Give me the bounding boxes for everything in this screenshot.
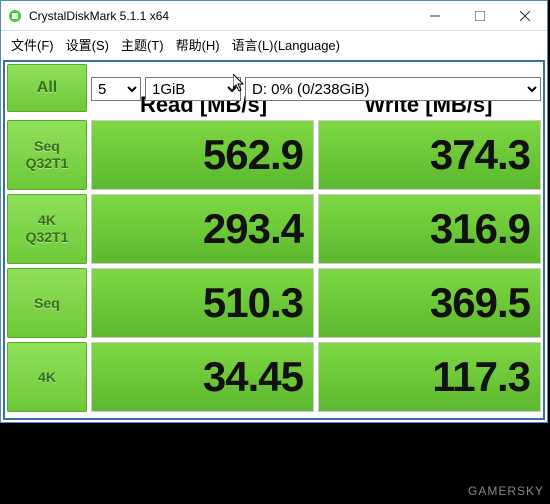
app-window: CrystalDiskMark 5.1.1 x64 文件(F) 设置(S) 主题…: [0, 0, 548, 423]
menu-help[interactable]: 帮助(H): [176, 35, 220, 54]
4k-q32t1-read: 293.4: [91, 194, 314, 264]
menu-file[interactable]: 文件(F): [11, 35, 54, 54]
4k-button[interactable]: 4K: [7, 342, 87, 412]
result-row: Seq 510.3 369.5: [7, 268, 541, 338]
runs-select[interactable]: 5: [91, 77, 141, 101]
close-button[interactable]: [502, 1, 547, 31]
seq-button[interactable]: Seq: [7, 268, 87, 338]
4k-write: 117.3: [318, 342, 541, 412]
minimize-button[interactable]: [412, 1, 457, 31]
4k-q32t1-write: 316.9: [318, 194, 541, 264]
titlebar: CrystalDiskMark 5.1.1 x64: [1, 1, 547, 31]
seq-write: 369.5: [318, 268, 541, 338]
4k-read: 34.45: [91, 342, 314, 412]
maximize-button[interactable]: [457, 1, 502, 31]
menu-settings[interactable]: 设置(S): [66, 35, 109, 54]
drive-select[interactable]: D: 0% (0/238GiB): [245, 77, 541, 101]
selects-group: 5 1GiB D: 0% (0/238GiB): [91, 64, 541, 112]
size-select[interactable]: 1GiB: [145, 77, 241, 101]
watermark: GAMERSKY: [468, 484, 544, 498]
result-row: 4K 34.45 117.3: [7, 342, 541, 412]
menu-theme[interactable]: 主题(T): [121, 35, 164, 54]
seq-q32t1-button[interactable]: Seq Q32T1: [7, 120, 87, 190]
menu-language[interactable]: 语言(L)(Language): [232, 35, 340, 54]
result-row: Seq Q32T1 562.9 374.3: [7, 120, 541, 190]
seq-q32t1-read: 562.9: [91, 120, 314, 190]
content-panel: All 5 1GiB D: 0% (0/238GiB) Read [MB/s] …: [3, 60, 545, 420]
4k-q32t1-button[interactable]: 4K Q32T1: [7, 194, 87, 264]
menubar: 文件(F) 设置(S) 主题(T) 帮助(H) 语言(L)(Language): [1, 31, 547, 58]
seq-read: 510.3: [91, 268, 314, 338]
seq-q32t1-write: 374.3: [318, 120, 541, 190]
app-icon: [7, 8, 23, 24]
window-title: CrystalDiskMark 5.1.1 x64: [29, 9, 412, 23]
window-controls: [412, 1, 547, 31]
result-row: 4K Q32T1 293.4 316.9: [7, 194, 541, 264]
